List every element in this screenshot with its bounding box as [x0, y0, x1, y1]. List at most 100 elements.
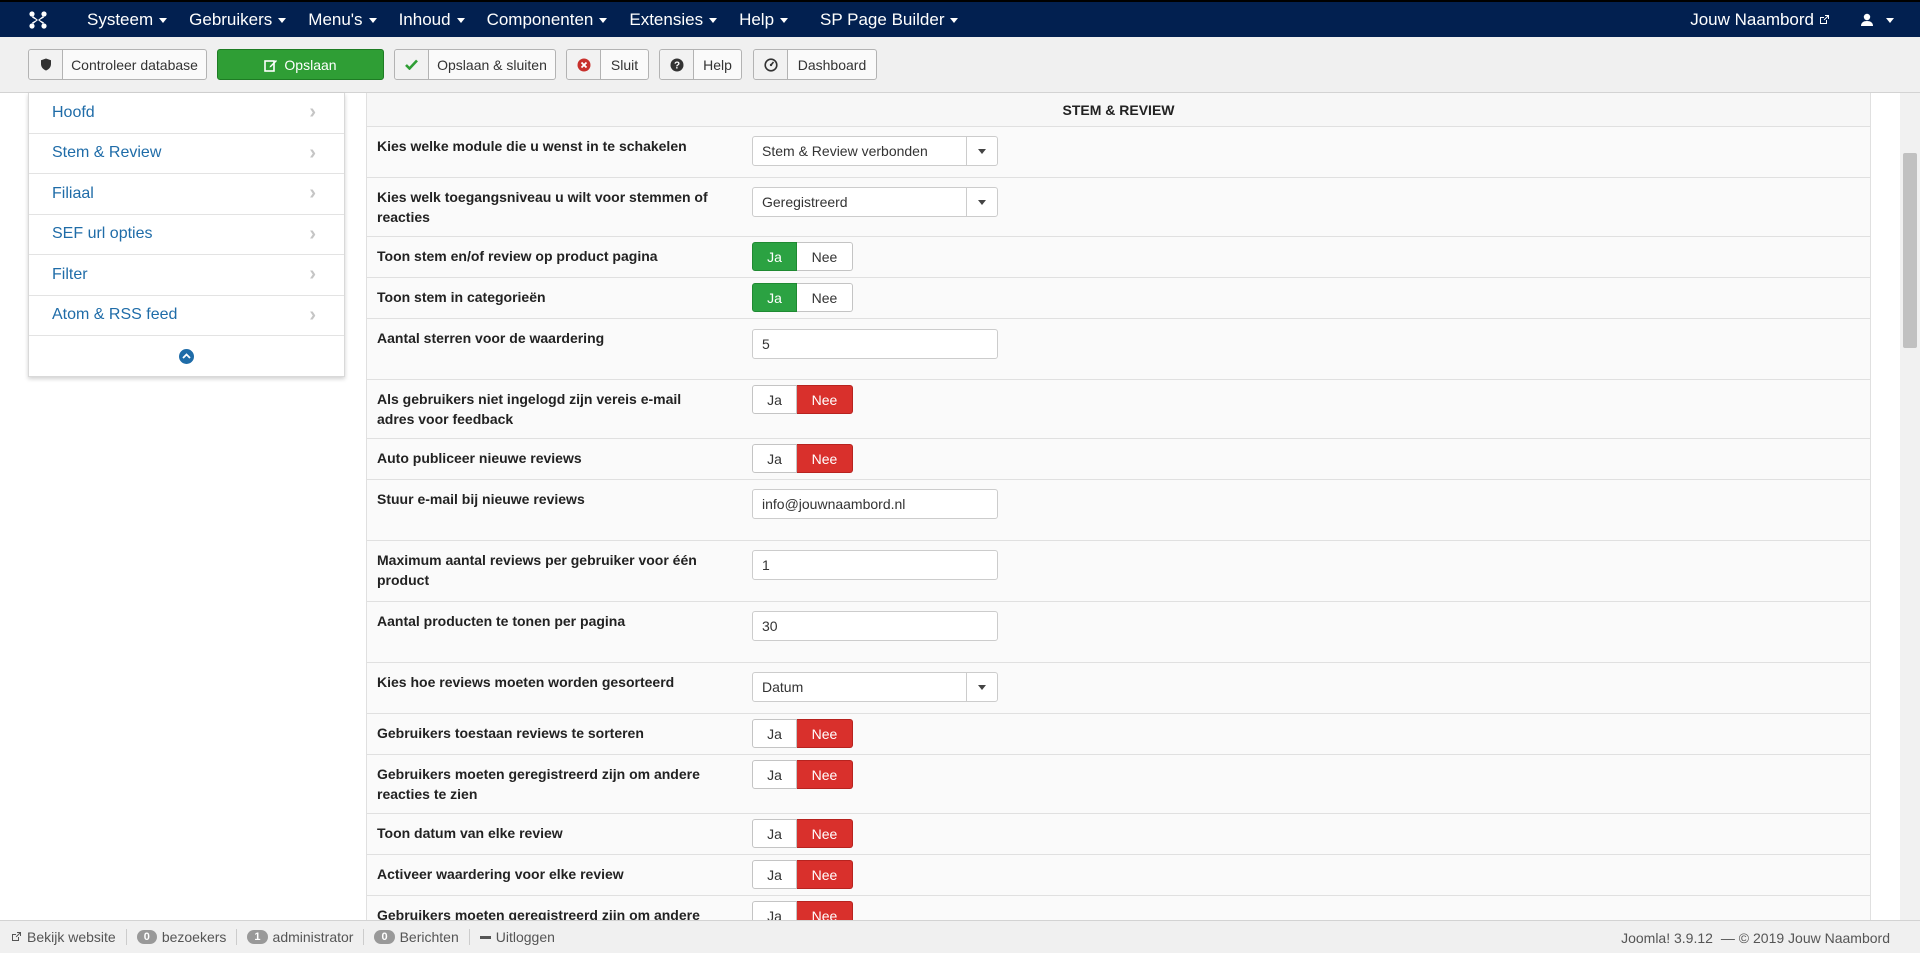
- chevron-right-icon: ›: [309, 303, 316, 326]
- joomla-logo-icon[interactable]: [0, 2, 76, 37]
- logout-link[interactable]: Uitloggen: [470, 929, 565, 945]
- field-label: Gebruikers moeten geregistreerd zijn om …: [377, 766, 700, 802]
- field-label: Als gebruikers niet ingelogd zijn vereis…: [377, 391, 682, 427]
- toggle-yes[interactable]: Ja: [752, 444, 797, 473]
- toggle-yes[interactable]: Ja: [752, 719, 797, 748]
- sidebar-collapse: [29, 336, 344, 376]
- toggle-yes[interactable]: Ja: [752, 385, 797, 414]
- select-value: Stem & Review verbonden: [762, 143, 928, 159]
- show-in-categories-toggle[interactable]: Ja Nee: [752, 283, 853, 312]
- menu-label: Extensies: [629, 9, 704, 29]
- sidebar-item-stem-review[interactable]: Stem & Review ›: [29, 134, 344, 174]
- sidebar-item-hoofd[interactable]: Hoofd ›: [29, 93, 344, 134]
- toggle-no[interactable]: Nee: [797, 444, 853, 473]
- toggle-yes[interactable]: Ja: [752, 860, 797, 889]
- user-menu[interactable]: [1852, 13, 1920, 27]
- select-value: Geregistreerd: [762, 194, 848, 210]
- vertical-scrollbar[interactable]: [1900, 93, 1920, 920]
- max-reviews-input[interactable]: 1: [752, 550, 998, 580]
- toggle-no[interactable]: Nee: [797, 719, 853, 748]
- toggle-yes[interactable]: Ja: [752, 901, 797, 920]
- visitors-count-badge: 0: [136, 930, 157, 944]
- registered-view-toggle[interactable]: Ja Nee: [752, 760, 853, 789]
- menu-extensies[interactable]: Extensies: [618, 2, 728, 37]
- toggle-no[interactable]: Nee: [797, 283, 853, 312]
- toggle-yes[interactable]: Ja: [752, 760, 797, 789]
- stars-input[interactable]: 5: [752, 329, 998, 359]
- sidebar-item-filter[interactable]: Filter ›: [29, 255, 344, 296]
- close-button[interactable]: Sluit: [566, 49, 649, 80]
- notify-email-input[interactable]: info@jouwnaambord.nl: [752, 489, 998, 519]
- scrollbar-thumb[interactable]: [1903, 153, 1917, 348]
- rating-each-toggle[interactable]: Ja Nee: [752, 860, 853, 889]
- menu-gebruikers[interactable]: Gebruikers: [178, 2, 297, 37]
- field-label: Maximum aantal reviews per gebruiker voo…: [377, 552, 697, 588]
- save-close-button[interactable]: Opslaan & sluiten: [394, 49, 556, 80]
- admin-status[interactable]: 1 administrator: [237, 929, 365, 945]
- sidebar-item-filiaal[interactable]: Filiaal ›: [29, 174, 344, 215]
- menu-componenten[interactable]: Componenten: [476, 2, 619, 37]
- show-date-toggle[interactable]: Ja Nee: [752, 819, 853, 848]
- toggle-yes[interactable]: Ja: [752, 283, 797, 312]
- toggle-yes[interactable]: Ja: [752, 819, 797, 848]
- field-row-auto-publish: Auto publiceer nieuwe reviews Ja Nee: [367, 439, 1870, 480]
- caret-down-icon: [966, 188, 997, 216]
- version-label: Joomla! 3.9.12: [1621, 929, 1713, 946]
- registered-more-toggle[interactable]: Ja Nee: [752, 901, 853, 920]
- email-required-toggle[interactable]: Ja Nee: [752, 385, 853, 414]
- caret-down-icon: [159, 18, 168, 23]
- chevron-right-icon: ›: [309, 263, 316, 286]
- caret-down-icon: [950, 18, 959, 23]
- menu-help[interactable]: Help: [728, 2, 799, 37]
- field-row-show-in-categories: Toon stem in categorieën Ja Nee: [367, 278, 1870, 319]
- toggle-no[interactable]: Nee: [797, 819, 853, 848]
- menu-label: Inhoud: [398, 9, 451, 29]
- toggle-no[interactable]: Nee: [797, 242, 853, 271]
- sort-by-select[interactable]: Datum: [752, 672, 998, 702]
- save-button[interactable]: Opslaan: [217, 49, 384, 80]
- navbar-right: Jouw Naambord: [1690, 2, 1920, 37]
- view-site-label: Bekijk website: [27, 929, 116, 945]
- auto-publish-toggle[interactable]: Ja Nee: [752, 444, 853, 473]
- sidebar-item-label: Filter: [52, 265, 88, 283]
- field-row-show-date: Toon datum van elke review Ja Nee: [367, 814, 1870, 855]
- menu-menus[interactable]: Menu's: [297, 2, 387, 37]
- allow-sort-toggle[interactable]: Ja Nee: [752, 719, 853, 748]
- chevron-right-icon: ›: [309, 141, 316, 164]
- visitors-status[interactable]: 0 bezoekers: [127, 929, 238, 945]
- field-row-show-on-product: Toon stem en/of review op product pagina…: [367, 237, 1870, 278]
- access-select[interactable]: Geregistreerd: [752, 187, 998, 217]
- field-row-allow-sort: Gebruikers toestaan reviews te sorteren …: [367, 714, 1870, 755]
- view-site-link[interactable]: Bekijk website: [0, 929, 127, 945]
- menu-inhoud[interactable]: Inhoud: [388, 2, 476, 37]
- sidebar-item-atom-rss[interactable]: Atom & RSS feed ›: [29, 296, 344, 336]
- toggle-no[interactable]: Nee: [797, 860, 853, 889]
- field-row-notify-email: Stuur e-mail bij nieuwe reviews info@jou…: [367, 480, 1870, 541]
- save-label: Opslaan: [284, 56, 337, 73]
- products-per-page-input[interactable]: 30: [752, 611, 998, 641]
- sidebar-item-sef-url[interactable]: SEF url opties ›: [29, 215, 344, 255]
- toggle-no[interactable]: Nee: [797, 760, 853, 789]
- toggle-yes[interactable]: Ja: [752, 242, 797, 271]
- site-link[interactable]: Jouw Naambord: [1690, 10, 1852, 30]
- chevron-up-circle-icon[interactable]: [179, 348, 194, 364]
- check-database-button[interactable]: Controleer database: [28, 49, 207, 80]
- caret-down-icon: [966, 673, 997, 701]
- module-select[interactable]: Stem & Review verbonden: [752, 136, 998, 166]
- caret-down-icon: [1886, 18, 1894, 23]
- menu-systeem[interactable]: Systeem: [76, 2, 178, 37]
- edit-icon: [264, 59, 278, 72]
- status-bar: Bekijk website 0 bezoekers 1 administrat…: [0, 920, 1920, 953]
- show-on-product-toggle[interactable]: Ja Nee: [752, 242, 853, 271]
- field-row-products-per-page: Aantal producten te tonen per pagina 30: [367, 602, 1870, 663]
- dashboard-label: Dashboard: [797, 56, 867, 73]
- field-row-registered-more: Gebruikers moeten geregistreerd zijn om …: [367, 896, 1870, 920]
- field-row-sort-by: Kies hoe reviews moeten worden gesorteer…: [367, 663, 1870, 714]
- help-button[interactable]: ? Help: [659, 49, 742, 80]
- sidebar-item-label: Atom & RSS feed: [52, 306, 178, 324]
- menu-sp-page-builder[interactable]: SP Page Builder: [809, 2, 969, 37]
- toggle-no[interactable]: Nee: [797, 901, 853, 920]
- dashboard-button[interactable]: Dashboard: [753, 49, 877, 80]
- toggle-no[interactable]: Nee: [797, 385, 853, 414]
- messages-status[interactable]: 0 Berichten: [364, 929, 470, 945]
